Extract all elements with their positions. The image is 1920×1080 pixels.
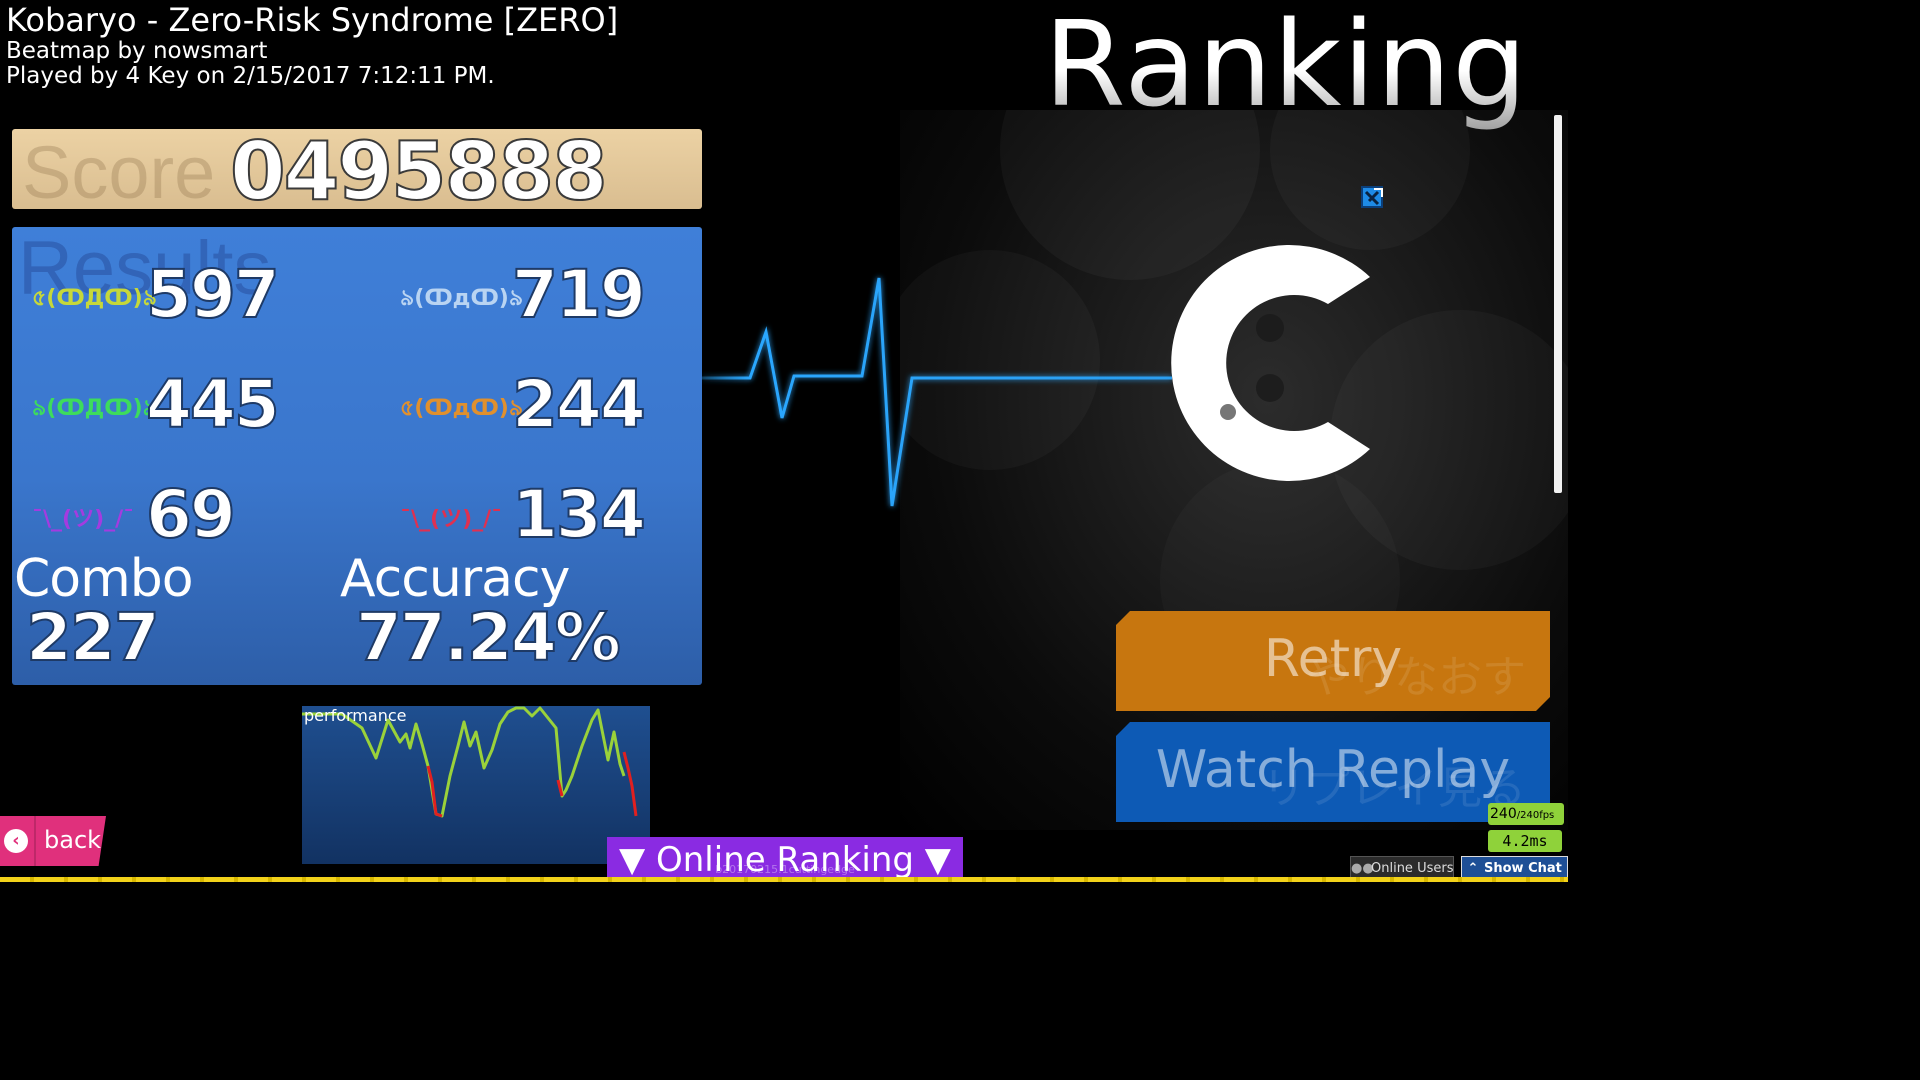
hit-count-300: 719 [511,256,647,333]
online-ranking-label: ▼ Online Ranking ▼ [619,840,951,880]
score-value: 0495888 [229,125,609,218]
song-title: Kobaryo - Zero-Risk Syndrome [ZERO] [6,1,619,39]
heartbeat-line [702,277,1172,507]
played-by-info: Played by 4 Key on 2/15/2017 7:12:11 PM. [6,63,495,89]
fps-value: 240 [1490,806,1517,822]
beatmap-author: Beatmap by nowsmart [6,38,268,64]
bottom-stripe [0,877,1568,882]
hit-icon-300: ৯(ↀдↀ)৯ [400,286,524,311]
hit-count-katu: 445 [145,366,281,443]
latency-counter: 4.2ms [1488,830,1562,852]
hit-count-miss: 134 [511,476,647,553]
watch-replay-label: Watch Replay [1155,740,1511,800]
retry-button[interactable]: やりなおす Retry [1116,611,1550,711]
hit-count-50: 69 [145,476,237,553]
accuracy-value: 77.24% [355,599,622,676]
results-panel: Results ৫(ↀДↀ)৯ 597 ৯(ↀдↀ)৯ 719 ৯(ↀДↀ)৯ … [12,227,702,685]
fps-max: /240fps [1516,810,1555,821]
online-users-label: Online Users [1371,861,1454,876]
online-ranking-button[interactable]: b20170215.1cuttingedge ▼ Online Ranking … [607,837,963,882]
hit-icon-miss: ¯\_(ツ)_/¯ [400,507,503,532]
performance-graph: performance [302,706,650,864]
scrollbar[interactable] [1554,115,1562,493]
back-divider [34,816,36,866]
hit-icon-geki: ৫(ↀДↀ)৯ [32,286,157,311]
watch-replay-button[interactable]: リプレイ見る Watch Replay [1116,722,1550,822]
hit-icon-50: ¯\_(ツ)_/¯ [32,507,135,532]
score-bar: Score 0495888 [12,128,702,216]
performance-label: performance [304,706,407,725]
hit-icon-100: ৫(ↀдↀ)৯ [400,396,524,421]
chevron-left-icon: ‹ [4,829,28,853]
hit-count-geki: 597 [145,256,281,333]
show-chat-label: Show Chat [1484,861,1562,876]
grade-letter: C [1171,245,1370,481]
mod-icon [1360,184,1386,210]
combo-value: 227 [25,599,161,676]
hit-count-100: 244 [511,366,647,443]
fps-counter: 240/240fps [1488,803,1564,825]
score-label: Score [22,131,216,214]
back-label: back [44,826,102,854]
retry-label: Retry [1263,629,1403,689]
ranking-title: Ranking [1044,0,1528,134]
hit-icon-katu: ৯(ↀДↀ)৯ [32,396,157,421]
back-button[interactable]: ‹ back [0,816,106,866]
